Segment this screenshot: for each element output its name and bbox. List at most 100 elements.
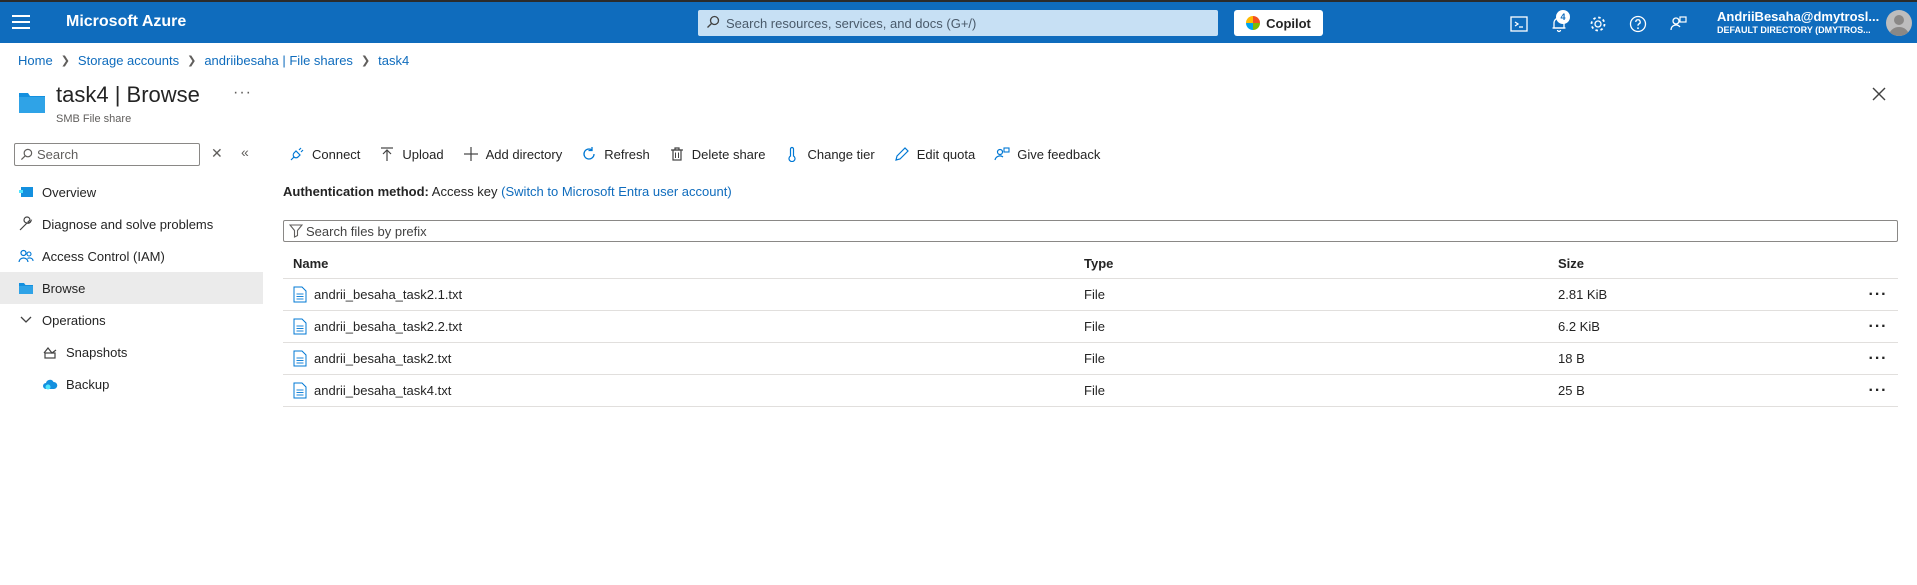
table-header: Name Type Size bbox=[283, 248, 1898, 279]
sidebar-item-label: Snapshots bbox=[66, 344, 128, 360]
file-share-icon bbox=[19, 93, 45, 113]
breadcrumb-home[interactable]: Home bbox=[18, 53, 53, 68]
file-name-cell: andrii_besaha_task2.txt bbox=[283, 350, 1084, 367]
sidebar-item-operations[interactable]: Operations bbox=[0, 304, 263, 336]
file-name-cell: andrii_besaha_task2.2.txt bbox=[283, 318, 1084, 335]
gear-icon[interactable] bbox=[1588, 14, 1608, 34]
chevron-right-icon: ❯ bbox=[360, 55, 371, 67]
menu-icon[interactable] bbox=[12, 15, 30, 29]
account-directory: DEFAULT DIRECTORY (DMYTROS... bbox=[1717, 25, 1871, 35]
file-type: File bbox=[1084, 383, 1105, 398]
account-menu[interactable]: AndriiBesaha@dmytrosl... DEFAULT DIRECTO… bbox=[1717, 9, 1883, 35]
copilot-label: Copilot bbox=[1266, 15, 1311, 31]
breadcrumb-storage-accounts[interactable]: Storage accounts bbox=[78, 53, 179, 68]
feedback-icon[interactable] bbox=[1668, 14, 1688, 34]
row-more-actions-icon[interactable]: ··· bbox=[1858, 350, 1898, 368]
file-size: 2.81 KiB bbox=[1558, 287, 1608, 302]
sidebar-item-label: Backup bbox=[66, 376, 110, 392]
file-type: File bbox=[1084, 351, 1105, 366]
file-icon bbox=[293, 350, 307, 367]
file-name[interactable]: andrii_besaha_task4.txt bbox=[314, 383, 451, 398]
row-more-actions-icon[interactable]: ··· bbox=[1858, 318, 1898, 336]
brand-logo[interactable]: Microsoft Azure bbox=[66, 13, 186, 31]
column-header-name[interactable]: Name bbox=[283, 256, 1084, 271]
file-filter[interactable] bbox=[283, 220, 1898, 242]
file-type: File bbox=[1084, 287, 1105, 302]
table-row[interactable]: andrii_besaha_task2.txt File 18 B ··· bbox=[283, 343, 1898, 375]
file-filter-input[interactable] bbox=[306, 221, 1886, 241]
connect-label: Connect bbox=[312, 146, 361, 162]
overview-icon bbox=[19, 187, 33, 197]
refresh-button[interactable]: Refresh bbox=[581, 146, 650, 162]
row-more-actions-icon[interactable]: ··· bbox=[1858, 382, 1898, 400]
auth-method: Authentication method: Access key (Switc… bbox=[283, 184, 732, 199]
snapshot-icon bbox=[43, 347, 57, 359]
change-tier-label: Change tier bbox=[807, 146, 875, 162]
sidebar: Overview Diagnose and solve problems Acc… bbox=[0, 176, 263, 400]
page-title-name: task4 bbox=[56, 82, 109, 107]
file-name-cell: andrii_besaha_task2.1.txt bbox=[283, 286, 1084, 303]
connect-button[interactable]: Connect bbox=[289, 146, 360, 162]
table-row[interactable]: andrii_besaha_task4.txt File 25 B ··· bbox=[283, 375, 1898, 407]
sidebar-item-label: Overview bbox=[42, 184, 97, 200]
sidebar-item-label: Browse bbox=[42, 280, 86, 296]
upload-button[interactable]: Upload bbox=[379, 146, 444, 162]
cloud-shell-icon[interactable] bbox=[1509, 14, 1529, 34]
feedback-icon bbox=[994, 147, 1010, 161]
breadcrumb: Home ❯ Storage accounts ❯ andriibesaha |… bbox=[18, 53, 409, 68]
copilot-icon bbox=[1246, 16, 1261, 30]
page-title: task4 | Browse bbox=[56, 82, 200, 107]
trash-icon bbox=[670, 147, 683, 161]
switch-auth-link[interactable]: (Switch to Microsoft Entra user account) bbox=[501, 184, 731, 199]
edit-quota-button[interactable]: Edit quota bbox=[894, 146, 975, 162]
upload-icon bbox=[381, 147, 394, 161]
thermometer-icon bbox=[788, 146, 797, 162]
global-search[interactable] bbox=[698, 10, 1218, 36]
global-search-input[interactable] bbox=[726, 10, 1206, 36]
file-icon bbox=[293, 382, 307, 399]
collapse-nav-icon[interactable]: « bbox=[241, 144, 255, 160]
copilot-button[interactable]: Copilot bbox=[1234, 10, 1323, 36]
chevron-right-icon: ❯ bbox=[60, 55, 70, 67]
avatar[interactable] bbox=[1886, 10, 1912, 36]
breadcrumb-file-shares[interactable]: andriibesaha | File shares bbox=[204, 53, 353, 68]
filter-icon bbox=[289, 224, 303, 238]
sidebar-item-browse[interactable]: Browse bbox=[0, 272, 263, 304]
give-feedback-label: Give feedback bbox=[1017, 146, 1101, 162]
file-name[interactable]: andrii_besaha_task2.2.txt bbox=[314, 319, 462, 334]
refresh-label: Refresh bbox=[604, 146, 650, 162]
more-actions-icon[interactable]: ··· bbox=[233, 84, 252, 102]
table-row[interactable]: andrii_besaha_task2.2.txt File 6.2 KiB ··· bbox=[283, 311, 1898, 343]
column-header-size[interactable]: Size bbox=[1558, 256, 1858, 271]
nav-search[interactable] bbox=[14, 143, 200, 166]
nav-search-input[interactable] bbox=[37, 144, 197, 165]
sidebar-item-diagnose[interactable]: Diagnose and solve problems bbox=[0, 208, 263, 240]
clear-search-icon[interactable]: ✕ bbox=[211, 145, 225, 161]
folder-icon bbox=[19, 283, 33, 294]
sidebar-item-snapshots[interactable]: Snapshots bbox=[0, 336, 263, 368]
row-more-actions-icon[interactable]: ··· bbox=[1858, 286, 1898, 304]
delete-share-button[interactable]: Delete share bbox=[669, 146, 765, 162]
add-directory-button[interactable]: Add directory bbox=[463, 146, 563, 162]
sidebar-item-label: Diagnose and solve problems bbox=[42, 216, 214, 232]
sidebar-item-overview[interactable]: Overview bbox=[0, 176, 263, 208]
give-feedback-button[interactable]: Give feedback bbox=[994, 146, 1100, 162]
file-size: 18 B bbox=[1558, 351, 1585, 366]
table-row[interactable]: andrii_besaha_task2.1.txt File 2.81 KiB ··· bbox=[283, 279, 1898, 311]
search-icon bbox=[20, 148, 33, 161]
breadcrumb-task4[interactable]: task4 bbox=[378, 53, 409, 68]
file-name-cell: andrii_besaha_task4.txt bbox=[283, 382, 1084, 399]
close-icon[interactable] bbox=[1871, 86, 1887, 102]
sidebar-item-backup[interactable]: Backup bbox=[0, 368, 263, 400]
pencil-icon bbox=[894, 147, 909, 161]
add-directory-label: Add directory bbox=[485, 146, 563, 162]
people-icon bbox=[18, 249, 34, 263]
chevron-down-icon bbox=[20, 316, 32, 323]
change-tier-button[interactable]: Change tier bbox=[784, 146, 875, 162]
sidebar-item-iam[interactable]: Access Control (IAM) bbox=[0, 240, 263, 272]
top-bar: Microsoft Azure Copilot 4 AndriiBesaha@d… bbox=[0, 0, 1917, 43]
help-icon[interactable] bbox=[1628, 14, 1648, 34]
file-name[interactable]: andrii_besaha_task2.txt bbox=[314, 351, 451, 366]
file-name[interactable]: andrii_besaha_task2.1.txt bbox=[314, 287, 462, 302]
column-header-type[interactable]: Type bbox=[1084, 256, 1558, 271]
